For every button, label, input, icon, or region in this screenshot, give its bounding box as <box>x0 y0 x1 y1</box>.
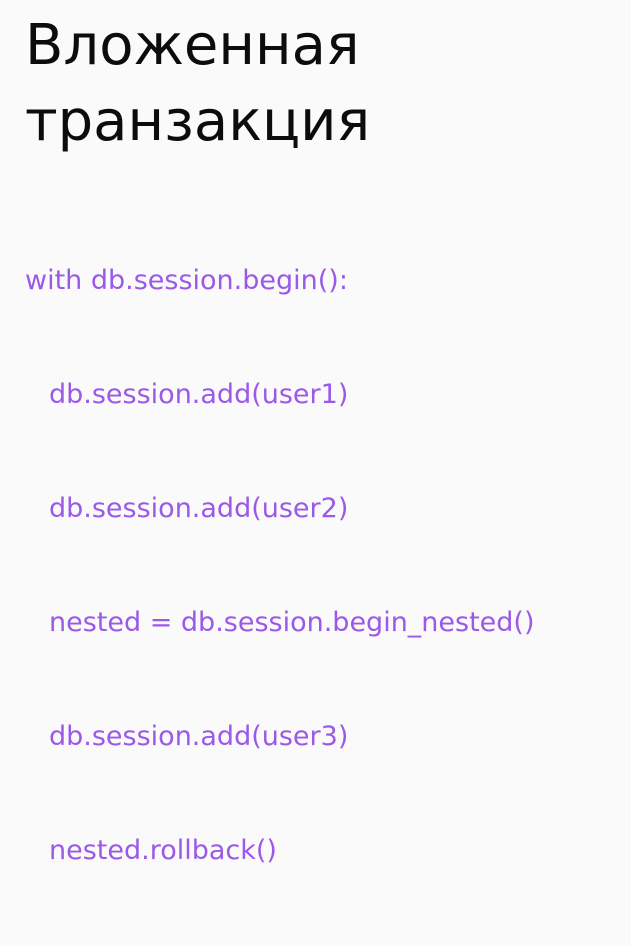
code-line-2: db.session.add(user1) <box>49 379 349 410</box>
title-line-2: транзакция <box>25 89 371 154</box>
slide-title: Вложенная транзакция <box>25 8 370 160</box>
code-block: with db.session.begin(): db.session.add(… <box>25 186 535 946</box>
code-line-1: with db.session.begin(): <box>25 265 348 296</box>
code-line-3: db.session.add(user2) <box>49 493 349 524</box>
code-line-5: db.session.add(user3) <box>49 721 349 752</box>
slide: Вложенная транзакция with db.session.beg… <box>0 0 631 866</box>
title-line-1: Вложенная <box>25 13 360 78</box>
code-line-6: nested.rollback() <box>49 835 277 866</box>
code-line-4: nested = db.session.begin_nested() <box>49 607 535 638</box>
